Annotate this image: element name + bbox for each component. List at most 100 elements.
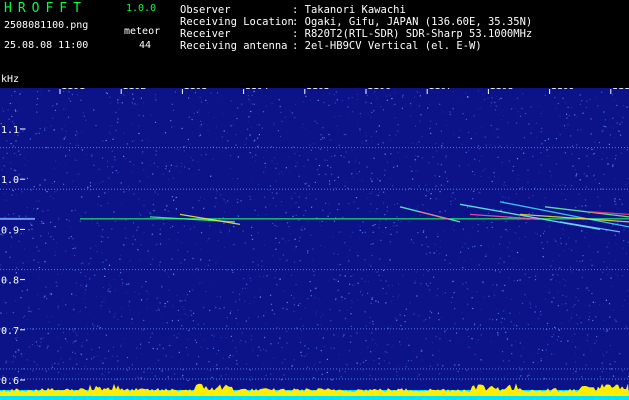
noise-dot [278, 242, 280, 244]
noise-dot [240, 339, 242, 342]
noise-dot [318, 173, 320, 176]
noise-dot [385, 219, 387, 221]
noise-dot [70, 267, 72, 270]
noise-dot [436, 295, 438, 297]
noise-dot [612, 127, 614, 129]
noise-dot [423, 274, 425, 276]
noise-dot [324, 246, 326, 248]
noise-dot [36, 111, 38, 113]
noise-dot [405, 189, 407, 191]
noise-dot [301, 229, 303, 231]
noise-dot [437, 233, 439, 235]
noise-dot [150, 114, 152, 116]
noise-dot [201, 281, 203, 283]
noise-dot [609, 344, 611, 347]
noise-dot [462, 318, 464, 320]
noise-dot [429, 365, 431, 367]
noise-dot [47, 345, 49, 347]
noise-dot [511, 108, 513, 110]
noise-dot [240, 200, 242, 202]
noise-dot [501, 290, 503, 292]
noise-dot [498, 262, 500, 264]
noise-dot [373, 350, 375, 352]
noise-dot [173, 335, 175, 337]
noise-dot [402, 96, 404, 98]
noise-dot [14, 90, 16, 93]
noise-dot [337, 209, 339, 211]
noise-dot [205, 346, 207, 348]
noise-dot [613, 108, 615, 110]
noise-dot [464, 243, 466, 245]
noise-dot [375, 342, 377, 344]
noise-dot [534, 311, 536, 313]
noise-dot [341, 299, 343, 301]
noise-dot [544, 94, 546, 96]
noise-dot [546, 322, 549, 324]
noise-dot [304, 355, 306, 357]
noise-dot [105, 259, 107, 261]
noise-dot [36, 345, 38, 347]
noise-dot [40, 93, 42, 95]
noise-dot [394, 103, 396, 105]
noise-dot [551, 301, 553, 303]
file-datetime: 25.08.08 11:00 [4, 40, 89, 51]
noise-dot [177, 149, 179, 151]
noise-dot [79, 220, 81, 222]
noise-dot [247, 95, 249, 97]
noise-dot [597, 196, 599, 198]
noise-dot [215, 353, 217, 355]
noise-dot [76, 334, 78, 336]
noise-dot [142, 151, 144, 153]
noise-dot [397, 296, 399, 298]
noise-dot [157, 308, 160, 310]
y-tick-label: 1.0 [1, 175, 19, 186]
noise-dot [153, 309, 155, 311]
noise-dot [333, 334, 335, 336]
noise-dot [299, 236, 301, 238]
noise-dot [517, 113, 519, 115]
noise-dot [578, 193, 580, 195]
noise-dot [83, 115, 85, 117]
noise-dot [67, 116, 70, 118]
noise-dot [205, 153, 207, 156]
noise-dot [281, 171, 283, 173]
noise-dot [606, 351, 608, 353]
noise-dot [564, 199, 567, 201]
noise-dot [248, 318, 250, 320]
noise-dot [405, 308, 407, 310]
noise-dot [427, 215, 429, 217]
noise-dot [222, 357, 224, 359]
noise-dot [554, 96, 556, 99]
noise-dot [143, 319, 145, 321]
noise-dot [506, 339, 508, 341]
noise-dot [500, 119, 502, 121]
noise-dot [508, 208, 510, 210]
noise-dot [551, 278, 554, 280]
noise-dot [463, 260, 465, 262]
noise-dot [468, 131, 470, 134]
noise-dot [120, 272, 122, 274]
noise-dot [465, 92, 467, 94]
noise-dot [187, 315, 189, 317]
noise-dot [18, 349, 20, 351]
noise-dot [118, 275, 120, 277]
noise-dot [40, 235, 42, 237]
noise-dot [588, 245, 590, 247]
noise-dot [102, 236, 104, 238]
noise-dot [499, 193, 501, 195]
noise-dot [433, 276, 435, 278]
noise-dot [117, 118, 119, 120]
noise-dot [154, 93, 156, 96]
noise-dot [172, 225, 174, 227]
noise-dot [425, 253, 427, 255]
noise-dot [338, 203, 340, 205]
noise-dot [578, 205, 580, 207]
noise-dot [535, 255, 537, 257]
noise-dot [492, 319, 494, 321]
noise-dot [466, 329, 468, 331]
noise-dot [584, 236, 586, 239]
noise-dot [313, 274, 315, 276]
noise-dot [9, 256, 11, 258]
noise-dot [285, 240, 287, 243]
noise-dot [602, 271, 604, 273]
